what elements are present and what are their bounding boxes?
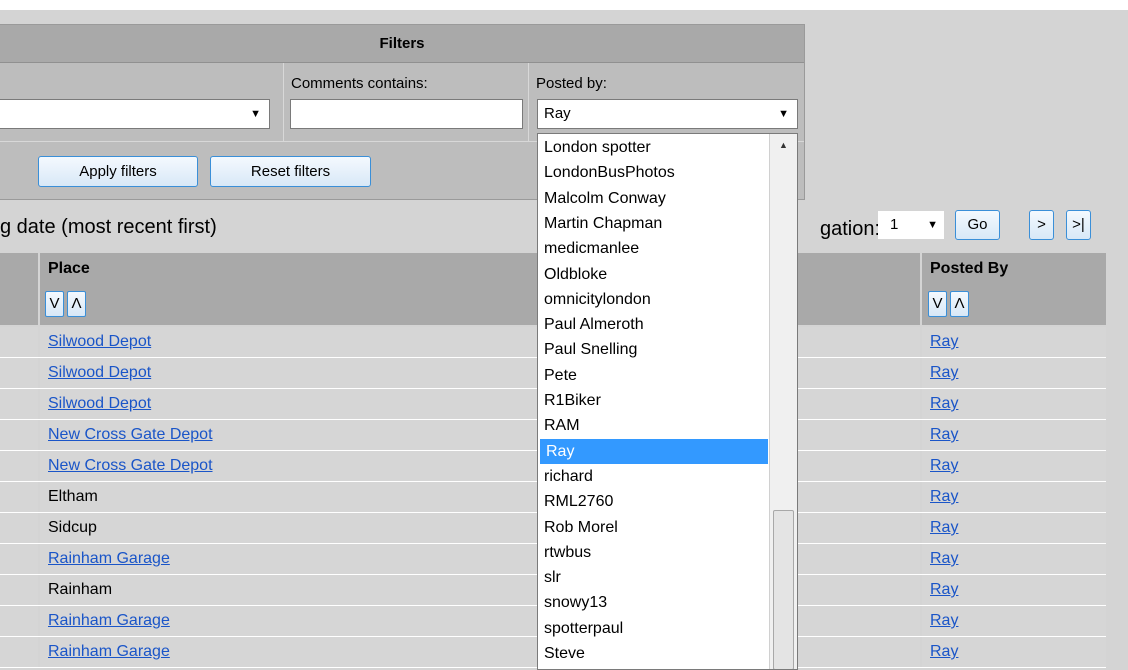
posted-by-link[interactable]: Ray [930, 612, 958, 629]
place-link[interactable]: Rainham Garage [48, 550, 170, 567]
posted-by-link[interactable]: Ray [930, 488, 958, 505]
dropdown-option[interactable]: rtwbus [538, 540, 770, 565]
row-cell-left [0, 451, 38, 481]
row-cell-left [0, 637, 38, 667]
chevron-down-icon: ▼ [778, 108, 789, 120]
place-link[interactable]: Silwood Depot [48, 333, 151, 350]
last-page-button[interactable]: >| [1066, 210, 1091, 240]
posted-by-cell: Ray [922, 513, 1106, 543]
posted-by-link[interactable]: Ray [930, 581, 958, 598]
sort-row-left [0, 285, 38, 325]
reset-filters-button[interactable]: Reset filters [210, 156, 371, 187]
dropdown-option[interactable]: Pete [538, 363, 770, 388]
posted-by-link[interactable]: Ray [930, 364, 958, 381]
dropdown-option[interactable]: omnicitylondon [538, 287, 770, 312]
sort-descending-button[interactable]: V [45, 291, 64, 317]
filter-cell-1: ▼ [0, 63, 284, 141]
dropdown-option[interactable]: medicmanlee [538, 236, 770, 261]
posted-by-label: Posted by: [536, 75, 607, 92]
posted-by-dropdown-list[interactable]: London spotter LondonBusPhotos Malcolm Con… [537, 133, 798, 670]
place-link[interactable]: Silwood Depot [48, 364, 151, 381]
filters-title: Filters [0, 25, 804, 63]
filter-cell-comments: Comments contains: [284, 63, 529, 141]
place-link[interactable]: Rainham Garage [48, 612, 170, 629]
table-header-posted-by: Posted By [922, 253, 1106, 285]
sort-ascending-button[interactable]: Λ [67, 291, 86, 317]
dropdown-option[interactable]: Malcolm Conway [538, 186, 770, 211]
chevron-down-icon: ▼ [250, 108, 261, 120]
dropdown-option[interactable]: RAM [538, 413, 770, 438]
filter-cell-posted-by: Posted by: Ray ▼ [529, 63, 804, 141]
sort-ascending-button[interactable]: Λ [950, 291, 969, 317]
row-cell-left [0, 575, 38, 605]
posted-by-cell: Ray [922, 482, 1106, 512]
posted-by-link[interactable]: Ray [930, 426, 958, 443]
pagination-label: gation: [820, 218, 881, 240]
row-cell-left [0, 513, 38, 543]
dropdown-option[interactable]: Paul Snelling [538, 337, 770, 362]
posted-by-link[interactable]: Ray [930, 643, 958, 660]
row-cell-left [0, 327, 38, 357]
posted-by-select[interactable]: Ray ▼ [537, 99, 798, 129]
posted-by-cell: Ray [922, 637, 1106, 667]
row-cell-left [0, 358, 38, 388]
dropdown-option[interactable]: Rob Morel [538, 515, 770, 540]
place-link[interactable]: New Cross Gate Depot [48, 457, 213, 474]
posted-by-cell: Ray [922, 420, 1106, 450]
dropdown-option[interactable]: richard [538, 464, 770, 489]
sort-row-posted-by: V Λ [922, 285, 1106, 325]
dropdown-option[interactable]: Oldbloke [538, 262, 770, 287]
place-text: Sidcup [48, 519, 97, 536]
go-button[interactable]: Go [955, 210, 1000, 240]
row-cell-left [0, 389, 38, 419]
sort-descending-button[interactable]: V [928, 291, 947, 317]
place-text: Rainham [48, 581, 113, 598]
next-page-button[interactable]: > [1029, 210, 1054, 240]
place-link[interactable]: Rainham Garage [48, 643, 170, 660]
posted-by-link[interactable]: Ray [930, 550, 958, 567]
comments-input[interactable] [290, 99, 523, 129]
posted-by-cell: Ray [922, 358, 1106, 388]
row-cell-left [0, 482, 38, 512]
posted-by-cell: Ray [922, 451, 1106, 481]
dropdown-option[interactable]: London spotter [538, 135, 770, 160]
posted-by-value: Ray [544, 105, 571, 122]
row-cell-left [0, 544, 38, 574]
dropdown-option[interactable]: R1Biker [538, 388, 770, 413]
dropdown-scrollbar[interactable]: ▲ [769, 134, 797, 669]
posted-by-cell: Ray [922, 544, 1106, 574]
posted-by-link[interactable]: Ray [930, 457, 958, 474]
dropdown-option[interactable]: Martin Chapman [538, 211, 770, 236]
place-text: Eltham [48, 488, 98, 505]
place-link[interactable]: Silwood Depot [48, 395, 151, 412]
row-cell-left [0, 420, 38, 450]
place-link[interactable]: New Cross Gate Depot [48, 426, 213, 443]
chevron-down-icon: ▼ [927, 219, 938, 231]
posted-by-cell: Ray [922, 327, 1106, 357]
page-select[interactable]: 1 ▼ [878, 211, 944, 239]
dropdown-option[interactable]: Steve [538, 641, 770, 666]
posted-by-link[interactable]: Ray [930, 333, 958, 350]
table-header-left [0, 253, 38, 285]
dropdown-option[interactable]: LondonBusPhotos [538, 160, 770, 185]
apply-filters-button[interactable]: Apply filters [38, 156, 198, 187]
dropdown-option[interactable]: RML2760 [538, 489, 770, 514]
dropdown-option[interactable]: snowy13 [538, 590, 770, 615]
posted-by-cell: Ray [922, 575, 1106, 605]
comments-label: Comments contains: [291, 75, 428, 92]
row-cell-left [0, 606, 38, 636]
scrollbar-thumb[interactable] [773, 510, 794, 669]
dropdown-option[interactable]: Ray [540, 438, 768, 464]
posted-by-link[interactable]: Ray [930, 395, 958, 412]
dropdown-option[interactable]: Paul Almeroth [538, 312, 770, 337]
sort-order-text: g date (most recent first) [0, 216, 217, 238]
filter-select-1[interactable]: ▼ [0, 99, 270, 129]
dropdown-option[interactable]: spotterpaul [538, 616, 770, 641]
scroll-up-arrow-icon[interactable]: ▲ [770, 134, 797, 156]
dropdown-option[interactable]: slr [538, 565, 770, 590]
posted-by-cell: Ray [922, 389, 1106, 419]
page-select-value: 1 [890, 216, 899, 233]
posted-by-link[interactable]: Ray [930, 519, 958, 536]
posted-by-cell: Ray [922, 606, 1106, 636]
